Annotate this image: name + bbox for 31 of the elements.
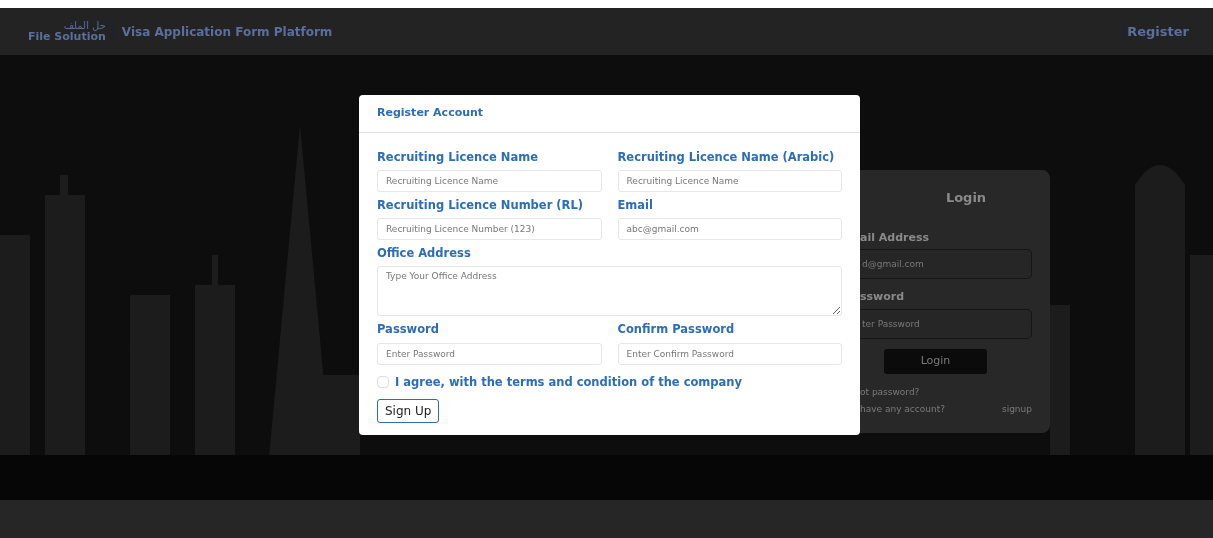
password-label: ssword <box>860 289 906 305</box>
field-label: Office Address <box>377 245 472 262</box>
login-button[interactable]: Login <box>884 348 987 374</box>
site-title: Visa Application Form Platform <box>121 23 333 41</box>
field-label: Recruiting Licence Name <box>377 148 539 166</box>
input-field[interactable]: Enter Password <box>377 342 602 365</box>
input-field[interactable]: Recruiting Licence Number (123) <box>377 218 602 240</box>
field-label: Password <box>377 321 440 339</box>
input-field[interactable]: abc@gmail.com <box>617 218 842 240</box>
register-link[interactable]: Register <box>1122 21 1189 42</box>
login-title: Login <box>944 189 988 207</box>
logo-arabic-text: حل الملف <box>63 19 106 31</box>
account-prompt-text: have any account? <box>860 403 945 416</box>
email-field[interactable]: d@gmail.com <box>860 249 1032 279</box>
email-label: ail Address <box>860 229 931 246</box>
field-label: Recruiting Licence Number (RL) <box>377 196 585 214</box>
field-label: Email <box>617 196 654 214</box>
input-field[interactable]: Enter Confirm Password <box>617 342 842 365</box>
field-label: Confirm Password <box>617 321 736 339</box>
forgot-password-link[interactable]: ot password? <box>860 385 1032 399</box>
agree-checkbox[interactable] <box>377 376 389 389</box>
input-field[interactable]: Recruiting Licence Name <box>377 169 602 192</box>
field-label: Recruiting Licence Name (Arabic) <box>617 148 836 166</box>
modal-title: Register Account <box>359 95 860 133</box>
address-textarea[interactable]: Type Your Office Address <box>377 266 842 317</box>
logo-text: File Solution <box>28 30 106 44</box>
signup-link[interactable]: signup <box>1001 403 1032 417</box>
password-field[interactable]: ter Password <box>860 308 1032 339</box>
sign-up-button[interactable]: Sign Up <box>377 398 440 423</box>
input-field[interactable]: Recruiting Licence Name <box>617 169 842 192</box>
agree-label: I agree, with the terms and condition of the company <box>395 373 743 391</box>
